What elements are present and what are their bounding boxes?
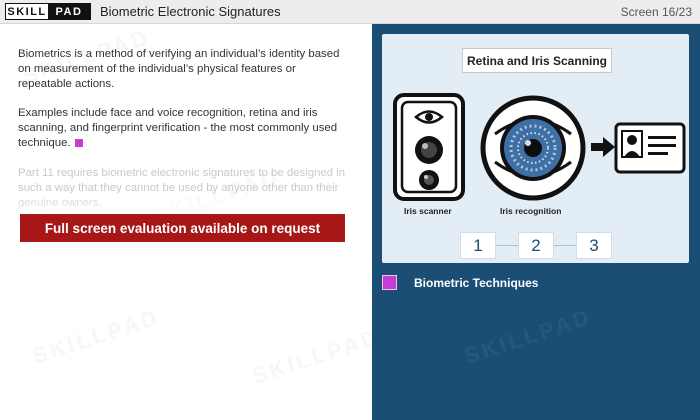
- section-marker-icon: [382, 275, 397, 290]
- step-3-button[interactable]: 3: [576, 232, 612, 259]
- page-title: Biometric Electronic Signatures: [100, 4, 281, 19]
- full-evaluation-banner[interactable]: Full screen evaluation available on requ…: [20, 214, 345, 242]
- watermark: SKILLPAD: [461, 304, 595, 369]
- step-2-button[interactable]: 2: [518, 232, 554, 259]
- header-bar: SKILL PAD Biometric Electronic Signature…: [0, 0, 700, 24]
- watermark: SKILLPAD: [29, 304, 163, 369]
- screen-counter: Screen 16/23: [620, 5, 692, 19]
- step-1-button[interactable]: 1: [460, 232, 496, 259]
- step-connector: [554, 245, 576, 246]
- section-biometric-techniques[interactable]: Biometric Techniques: [382, 275, 538, 290]
- paragraph-biometrics-definition: Biometrics is a method of verifying an i…: [18, 48, 340, 90]
- step-connector: [496, 245, 518, 246]
- iris-scanner-icon: [393, 93, 465, 201]
- logo-text-left: SKILL: [7, 5, 47, 18]
- caption-iris-scanner: Iris scanner: [404, 206, 452, 216]
- id-card-icon: [614, 122, 686, 174]
- eye-icon: [480, 95, 586, 201]
- paragraph-examples: Examples include face and voice recognit…: [18, 106, 348, 151]
- logo-text-right: PAD: [48, 4, 90, 19]
- illustration-title: Retina and Iris Scanning: [462, 48, 612, 73]
- popup-marker-icon[interactable]: [74, 138, 83, 147]
- skillpad-logo: SKILL PAD: [5, 3, 91, 20]
- caption-iris-recognition: Iris recognition: [500, 206, 562, 216]
- iris-scanning-illustration: Retina and Iris Scanning Iris scanner Ir…: [382, 34, 689, 263]
- paragraph-examples-text: Examples include face and voice recognit…: [18, 107, 338, 149]
- section-label: Biometric Techniques: [414, 275, 539, 290]
- watermark: SKILLPAD: [249, 324, 372, 389]
- content-pane: SKILLPAD SKILLPAD SKILLPAD SKILLPAD Biom…: [0, 24, 372, 420]
- media-panel: SKILLPAD SKILLPAD Retina and Iris Scanni…: [372, 24, 700, 420]
